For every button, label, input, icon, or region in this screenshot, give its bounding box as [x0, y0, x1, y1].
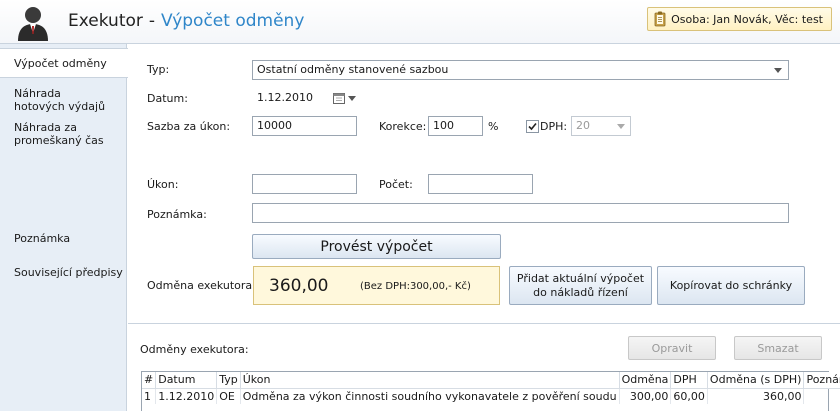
column-header[interactable]: Odměna [619, 372, 672, 389]
chevron-down-icon [774, 68, 782, 73]
result-label: Odměna exekutora: [147, 279, 256, 292]
datum-picker[interactable]: 1.12.2010 [252, 88, 356, 108]
checkmark-icon [528, 122, 537, 131]
sazba-value: 10000 [257, 119, 292, 132]
sidebar-item-label: Související předpisy [14, 266, 123, 279]
copy-button-label: Kopírovat do schránky [669, 279, 793, 292]
sidebar-item-nahrada-za-promeskany-cas[interactable]: Náhrada za promeškaný čas [0, 121, 110, 147]
delete-button-label: Smazat [757, 341, 799, 355]
page-subtitle: Výpočet odměny [161, 11, 305, 31]
sidebar: Výpočet odměny Náhrada hotových výdajů N… [0, 44, 128, 411]
datum-value: 1.12.2010 [257, 91, 313, 104]
result-value: 360,00 [269, 276, 329, 296]
korekce-value: 100 [433, 119, 454, 132]
column-header[interactable]: Poznámka [803, 372, 840, 389]
result-detail: (Bez DPH:300,00,- Kč) [360, 281, 471, 292]
table-header-row: # Datum Typ Úkon Odměna DPH Odměna (s DP… [142, 372, 840, 389]
column-header[interactable]: DPH [670, 372, 708, 389]
section-divider [128, 323, 840, 324]
sidebar-item-label: Poznámka [14, 232, 71, 245]
column-header[interactable]: Typ [216, 372, 241, 389]
clipboard-icon [654, 11, 666, 27]
add-to-costs-button[interactable]: Přidat aktuální výpočet do nákladů řízen… [509, 266, 652, 305]
table-cell: 60,00 [670, 388, 708, 404]
column-header[interactable]: Úkon [240, 372, 620, 389]
sidebar-item-label: Výpočet odměny [14, 57, 107, 70]
app-header: Exekutor - Výpočet odměny Osoba: Jan Novák… [0, 0, 840, 44]
add-to-costs-line1: Přidat aktuální výpočet [516, 271, 645, 285]
poznamka-input[interactable] [252, 203, 789, 223]
ukon-input[interactable] [252, 174, 357, 194]
copy-to-clipboard-button[interactable]: Kopírovat do schránky [657, 266, 805, 305]
sidebar-item-label: Náhrada za promeškaný čas [14, 121, 104, 147]
korekce-input[interactable]: 100 [428, 116, 483, 136]
typ-select[interactable]: Ostatní odměny stanovené sazbou [252, 60, 789, 80]
pocet-input[interactable] [428, 174, 533, 194]
add-to-costs-line2: do nákladů řízení [533, 285, 628, 299]
korekce-label: Korekce: [379, 120, 427, 133]
sidebar-item-vypocet-odmeny[interactable]: Výpočet odměny [0, 48, 128, 78]
calculate-button[interactable]: Provést výpočet [252, 234, 501, 259]
ukon-label: Úkon: [147, 178, 179, 191]
column-header[interactable]: Datum [155, 372, 218, 389]
dph-value: 20 [576, 119, 590, 132]
app-name: Exekutor [68, 11, 143, 31]
sidebar-item-poznamka[interactable]: Poznámka [0, 232, 127, 245]
table-cell: 1 [142, 388, 157, 404]
chevron-down-icon [617, 124, 625, 129]
sazba-label: Sazba za úkon: [147, 120, 231, 133]
result-box: 360,00 (Bez DPH:300,00,- Kč) [253, 266, 500, 305]
table-cell: Odměna za výkon činnosti soudního vykona… [240, 388, 620, 404]
dph-select[interactable]: 20 [571, 116, 631, 136]
title-separator: - [148, 11, 156, 31]
person-info-text: Osoba: Jan Novák, Věc: test [671, 12, 823, 26]
table-cell: OE [216, 388, 241, 404]
percent-symbol: % [488, 120, 499, 133]
table-cell: 300,00 [619, 388, 672, 404]
list-title: Odměny exekutora: [140, 343, 249, 356]
calculate-button-label: Provést výpočet [320, 238, 433, 255]
datum-label: Datum: [147, 92, 188, 105]
delete-button[interactable]: Smazat [734, 336, 822, 360]
pocet-label: Počet: [379, 178, 413, 191]
sazba-input[interactable]: 10000 [252, 116, 357, 136]
column-header[interactable]: Odměna (s DPH) [707, 372, 805, 389]
edit-button[interactable]: Opravit [628, 336, 716, 360]
chevron-down-icon [348, 96, 356, 101]
dph-label: DPH: [540, 120, 568, 133]
table-cell [803, 388, 840, 404]
main-panel: Typ: Ostatní odměny stanovené sazbou Dat… [128, 44, 840, 411]
table-row[interactable]: 1 1.12.2010 OE Odměna za výkon činnosti … [142, 388, 840, 404]
table-cell: 360,00 [707, 388, 805, 404]
edit-button-label: Opravit [651, 341, 693, 355]
person-info-badge[interactable]: Osoba: Jan Novák, Věc: test [647, 7, 832, 31]
user-avatar-icon [18, 7, 48, 41]
calendar-icon[interactable] [333, 92, 345, 104]
dph-checkbox[interactable] [526, 120, 539, 133]
table-cell: 1.12.2010 [155, 388, 218, 404]
sidebar-item-label: Náhrada hotových výdajů [14, 87, 106, 113]
column-header[interactable]: # [142, 372, 157, 389]
typ-label: Typ: [147, 63, 170, 76]
page-title: Exekutor - Výpočet odměny [68, 11, 304, 31]
sidebar-item-souvisejici-predpisy[interactable]: Související předpisy [0, 266, 127, 279]
typ-select-value: Ostatní odměny stanovené sazbou [257, 63, 449, 76]
sidebar-item-nahrada-hotovych-vydaju[interactable]: Náhrada hotových výdajů [0, 87, 110, 113]
rewards-table: # Datum Typ Úkon Odměna DPH Odměna (s DP… [142, 372, 840, 404]
poznamka-label: Poznámka: [147, 208, 207, 221]
